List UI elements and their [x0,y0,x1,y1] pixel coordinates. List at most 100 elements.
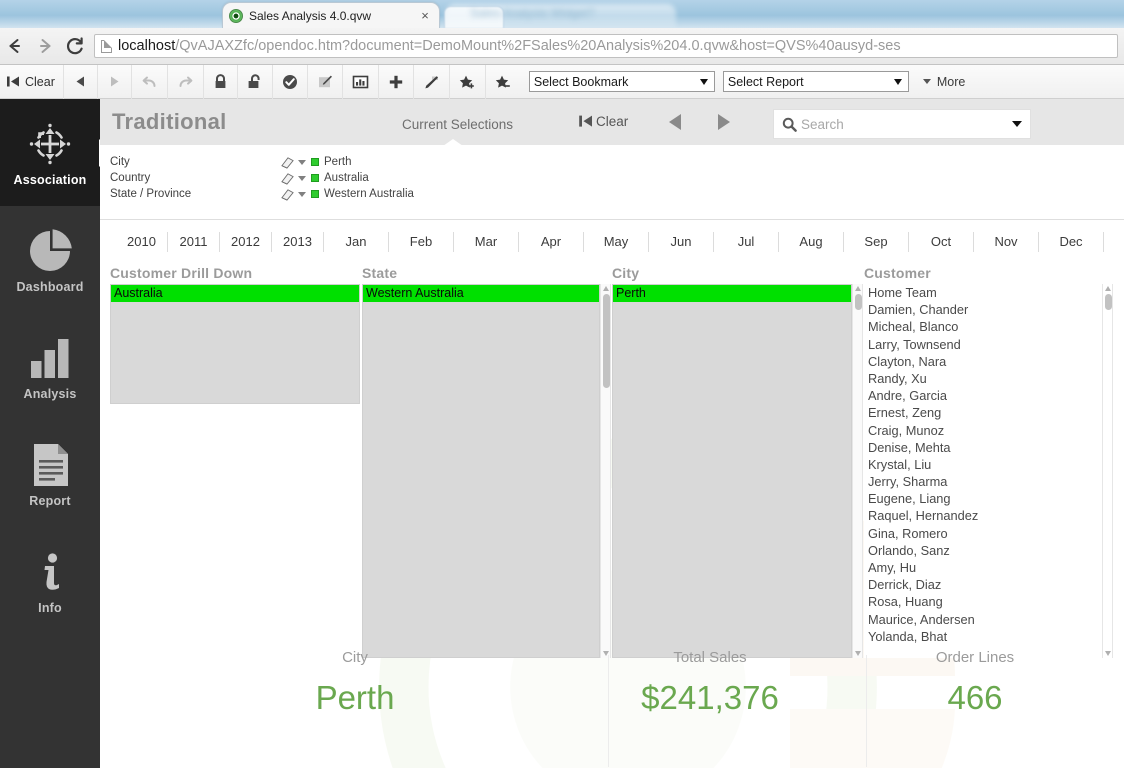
draw-button[interactable] [414,65,450,99]
list-item[interactable]: Amy, Hu [864,559,1100,576]
listbox-body[interactable]: Australia [110,284,360,404]
month-filter-sep[interactable]: Sep [844,232,909,252]
year-filter-2010[interactable]: 2010 [116,232,168,252]
chevron-down-icon[interactable] [298,160,306,165]
chevron-down-icon[interactable] [1012,121,1022,127]
list-item[interactable]: Larry, Townsend [864,336,1100,353]
month-filter-jan[interactable]: Jan [324,232,389,252]
list-item[interactable]: Yolanda, Bhat [864,628,1100,645]
add-object-button[interactable] [379,65,414,99]
list-item[interactable]: Rosa, Huang [864,593,1100,610]
sidebar-item-dashboard[interactable]: Dashboard [0,206,100,313]
listbox-state-scrollbar[interactable] [600,284,611,658]
list-item[interactable]: Gina, Romero [864,525,1100,542]
scrollbar-thumb[interactable] [603,294,610,388]
eraser-icon[interactable] [280,188,295,201]
confirm-button[interactable] [273,65,308,99]
list-item[interactable]: Damien, Chander [864,301,1100,318]
year-filter-2011[interactable]: 2011 [168,232,220,252]
month-filter-feb[interactable]: Feb [389,232,454,252]
unlock-selections-button[interactable] [238,65,273,99]
month-filter-oct[interactable]: Oct [909,232,974,252]
redo-button[interactable] [168,65,204,99]
month-filter-dec[interactable]: Dec [1039,232,1104,252]
chart-button[interactable] [343,65,379,99]
clear-button[interactable]: Clear [0,65,64,99]
sidebar-item-report[interactable]: Report [0,420,100,527]
scroll-up-icon[interactable] [1105,286,1111,291]
listbox-body[interactable]: Home TeamDamien, ChanderMicheal, BlancoL… [864,284,1100,658]
header-forward-button[interactable] [712,112,734,137]
sidebar-item-association[interactable]: Association [0,99,100,206]
forward-button[interactable] [98,65,132,99]
listbox-body[interactable]: Perth [612,284,852,658]
listbox-city-scrollbar[interactable] [852,284,863,658]
lock-selections-button[interactable] [204,65,238,99]
month-filter-jul[interactable]: Jul [714,232,779,252]
back-icon[interactable] [0,31,30,61]
selection-row[interactable]: City Perth [110,154,352,170]
list-item[interactable]: Western Australia [363,285,599,302]
list-item[interactable]: Maurice, Andersen [864,611,1100,628]
list-item[interactable]: Eugene, Liang [864,490,1100,507]
selection-row[interactable]: State / Province Western Australia [110,186,414,202]
list-item[interactable]: Orlando, Sanz [864,542,1100,559]
main-panel: Traditional Current Selections Clear Sea… [100,99,1124,768]
list-item[interactable]: Perth [613,285,851,302]
eraser-icon[interactable] [280,156,295,169]
chevron-down-icon[interactable] [298,192,306,197]
list-item[interactable]: Denise, Mehta [864,439,1100,456]
bookmark-select[interactable]: Select Bookmark [529,71,715,92]
month-filter-apr[interactable]: Apr [519,232,584,252]
sidebar-item-info[interactable]: Info [0,527,100,634]
list-item[interactable]: Clayton, Nara [864,353,1100,370]
browser-tab-active[interactable]: Sales Analysis 4.0.qvw × [222,2,440,28]
scrollbar-thumb[interactable] [1105,294,1112,310]
month-filter-aug[interactable]: Aug [779,232,844,252]
chevron-down-icon [923,79,931,84]
list-item[interactable]: Australia [111,285,359,302]
search-input[interactable]: Search [773,109,1031,139]
list-item[interactable]: Craig, Munoz [864,422,1100,439]
close-icon[interactable]: × [417,8,433,23]
listbox-body[interactable]: Western Australia [362,284,600,658]
list-item[interactable]: Jerry, Sharma [864,473,1100,490]
list-item[interactable]: Ernest, Zeng [864,404,1100,421]
month-filter-mar[interactable]: Mar [454,232,519,252]
month-filter-jun[interactable]: Jun [649,232,714,252]
list-item[interactable]: Home Team [864,284,1100,301]
scroll-up-icon[interactable] [603,286,609,291]
listbox-customer-scrollbar[interactable] [1102,284,1113,658]
report-select[interactable]: Select Report [723,71,909,92]
annotate-button[interactable] [308,65,343,99]
undo-button[interactable] [132,65,168,99]
more-button[interactable]: More [923,75,965,89]
back-button[interactable] [64,65,98,99]
header-back-button[interactable] [665,112,687,137]
year-filter-2013[interactable]: 2013 [272,232,324,252]
eraser-icon[interactable] [280,172,295,185]
year-filter-2012[interactable]: 2012 [220,232,272,252]
forward-icon[interactable] [30,31,60,61]
url-bar[interactable]: localhost/QvAJAXZfc/opendoc.htm?document… [94,34,1118,58]
remove-bookmark-button[interactable] [486,65,521,99]
list-item[interactable]: Micheal, Blanco [864,318,1100,335]
list-item[interactable]: Krystal, Liu [864,456,1100,473]
scrollbar-thumb[interactable] [855,294,862,310]
header-clear-button[interactable]: Clear [578,113,628,129]
reload-icon[interactable] [60,31,90,61]
sidebar-item-analysis[interactable]: Analysis [0,313,100,420]
month-filter-may[interactable]: May [584,232,649,252]
list-item[interactable]: Derrick, Diaz [864,576,1100,593]
scroll-up-icon[interactable] [855,286,861,291]
list-item[interactable]: Randy, Xu [864,370,1100,387]
month-filter-nov[interactable]: Nov [974,232,1039,252]
list-item[interactable]: Andre, Garcia [864,387,1100,404]
list-item[interactable]: Raquel, Hernandez [864,507,1100,524]
chevron-down-icon[interactable] [298,176,306,181]
selection-row[interactable]: Country Australia [110,170,369,186]
listbox-customer-drill-down: Customer Drill Down Australia [110,265,360,404]
next-arrow-icon [712,112,734,132]
add-bookmark-button[interactable] [450,65,486,99]
url-text: localhost/QvAJAXZfc/opendoc.htm?document… [118,38,901,54]
